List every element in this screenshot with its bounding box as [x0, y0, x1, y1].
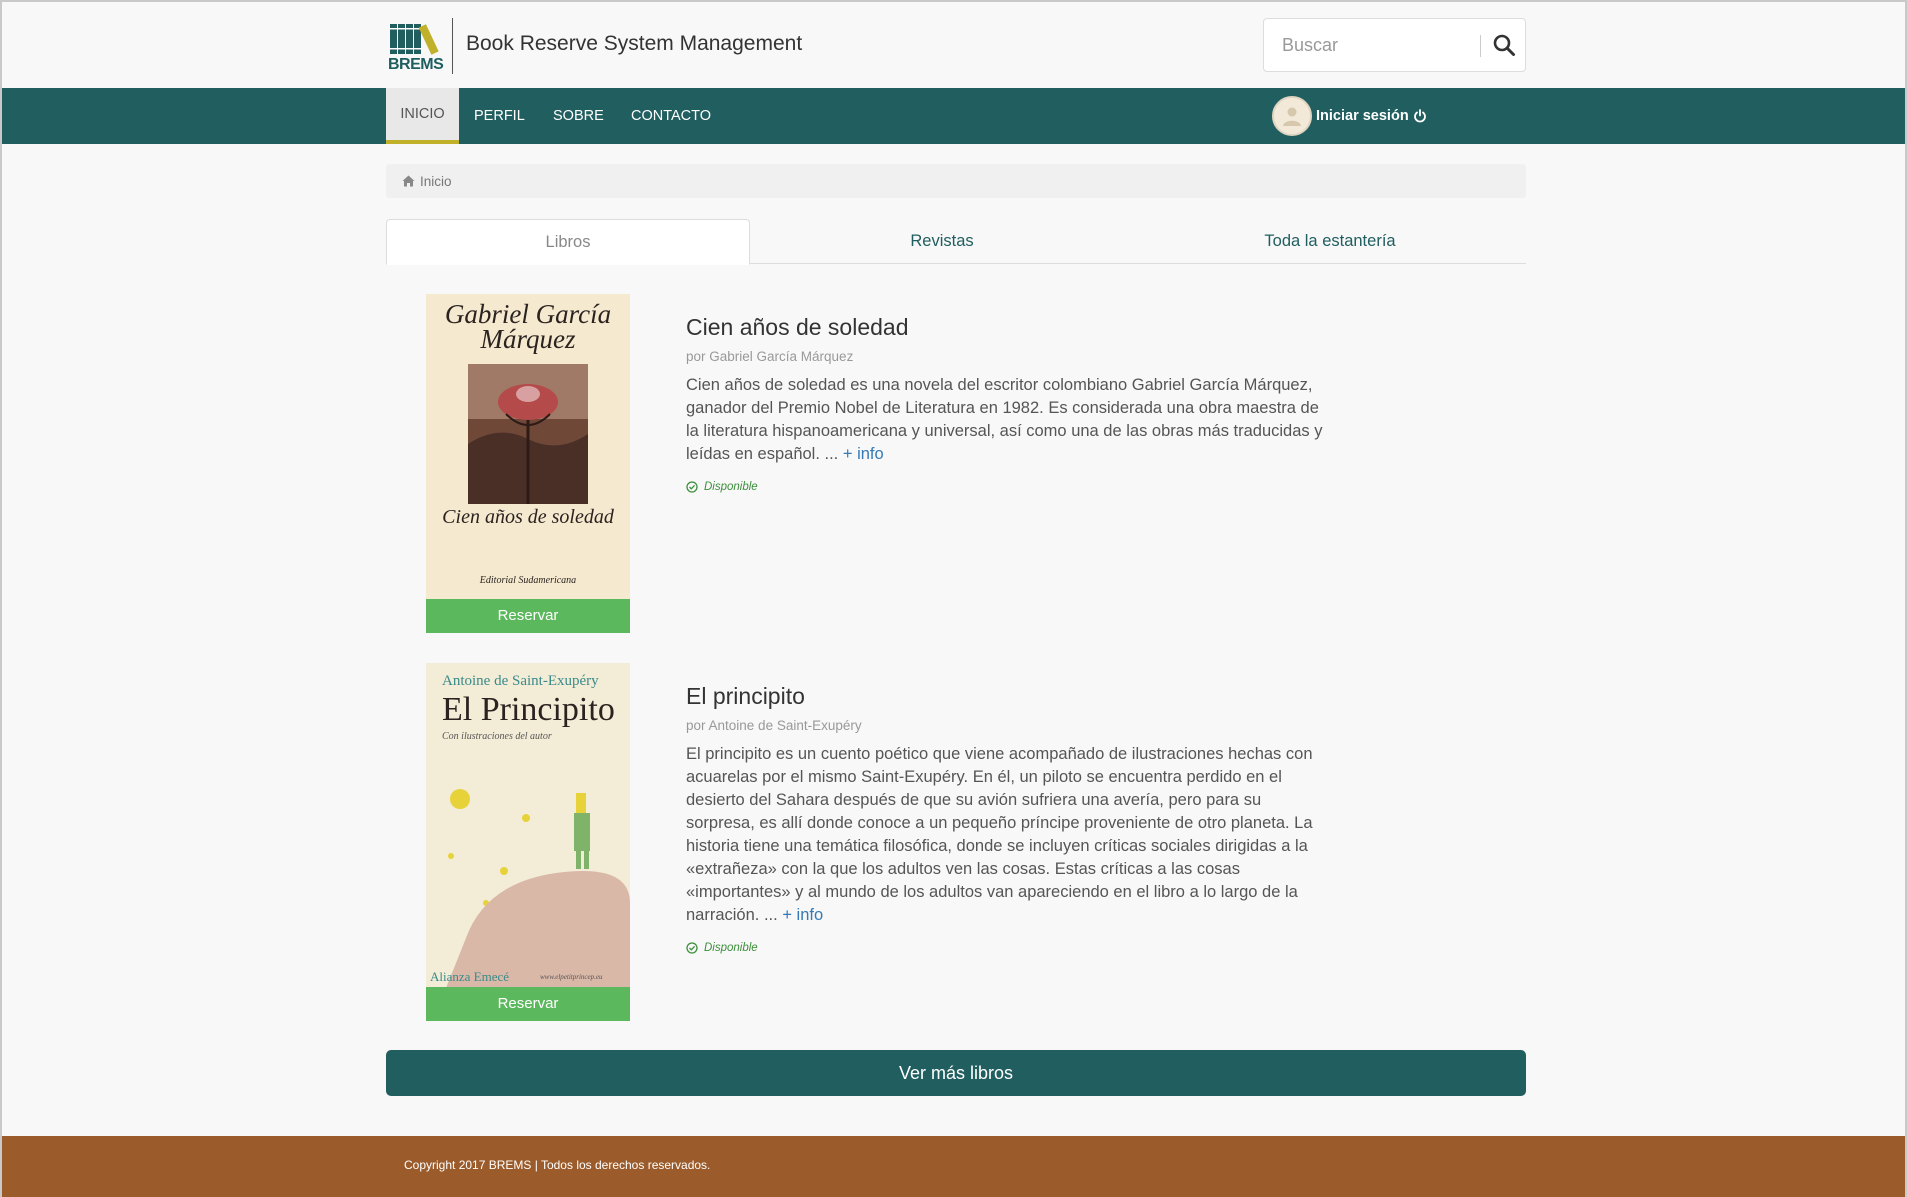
book-title[interactable]: Cien años de soledad [686, 314, 909, 341]
book-title[interactable]: El principito [686, 683, 805, 710]
book-cover-cien-anos[interactable]: Gabriel García Márquez Cien años de sole… [426, 294, 630, 600]
main-navbar: INICIO PERFIL SOBRE CONTACTO Iniciar ses… [2, 88, 1905, 144]
search-divider [1480, 35, 1481, 57]
login-label: Iniciar sesión [1316, 108, 1409, 124]
tab-toda-la-estanteria[interactable]: Toda la estantería [1134, 219, 1526, 264]
header: BREMS Book Reserve System Management [2, 2, 1905, 88]
brems-logo[interactable]: BREMS [386, 18, 452, 74]
power-icon [1413, 109, 1426, 123]
cover-publisher: Alianza Emecé [430, 969, 510, 984]
book-cover-el-principito[interactable]: Antoine de Saint-Exupéry El Principito C… [426, 663, 630, 988]
header-divider [452, 18, 453, 74]
cover-author: Antoine de Saint-Exupéry [442, 673, 599, 689]
status-text: Disponible [704, 481, 758, 493]
nav-item-contacto[interactable]: CONTACTO [631, 88, 711, 144]
breadcrumb-home[interactable]: Inicio [420, 174, 452, 189]
status-badge: Disponible [686, 942, 758, 954]
user-icon [1283, 107, 1301, 126]
search-box [1263, 18, 1526, 72]
site-title: Book Reserve System Management [466, 32, 803, 55]
books-logo-icon [390, 24, 439, 55]
see-more-books-button[interactable]: Ver más libros [386, 1050, 1526, 1096]
book-description: El principito es un cuento poético que v… [686, 743, 1326, 927]
cover-author: Gabriel García Márquez [444, 299, 612, 354]
book-description-text: Cien años de soledad es una novela del e… [686, 376, 1323, 463]
nav-item-inicio[interactable]: INICIO [386, 88, 459, 144]
search-input[interactable] [1264, 19, 1479, 71]
search-icon [1493, 34, 1515, 56]
book-description-text: El principito es un cuento poético que v… [686, 745, 1313, 924]
content-tabs: Libros Revistas Toda la estantería [386, 219, 1526, 265]
cover-publisher: Editorial Sudamericana [479, 575, 577, 586]
footer: Copyright 2017 BREMS | Todos los derecho… [2, 1136, 1905, 1197]
check-circle-icon [686, 481, 698, 493]
avatar [1272, 96, 1312, 136]
book-author: por Gabriel García Márquez [686, 349, 854, 364]
cover-url: www.elpetitprincep.eu [540, 973, 603, 981]
book-author: por Antoine de Saint-Exupéry [686, 718, 862, 733]
check-circle-icon [686, 942, 698, 954]
search-button[interactable] [1486, 27, 1522, 63]
cover-subtitle: Con ilustraciones del autor [442, 731, 552, 742]
nav-item-perfil[interactable]: PERFIL [474, 88, 525, 144]
reserve-button[interactable]: Reservar [426, 599, 630, 633]
book-description: Cien años de soledad es una novela del e… [686, 374, 1326, 466]
cover-illustration [446, 789, 630, 988]
tab-libros[interactable]: Libros [386, 219, 750, 265]
cover-title: El Principito [442, 691, 615, 728]
logo-text: BREMS [388, 56, 444, 73]
copyright-text: Copyright 2017 BREMS | Todos los derecho… [404, 1158, 711, 1172]
cover-title: Cien años de soledad [442, 506, 614, 528]
more-info-link[interactable]: + info [843, 445, 884, 463]
more-info-link[interactable]: + info [782, 906, 823, 924]
status-badge: Disponible [686, 481, 758, 493]
login-button[interactable]: Iniciar sesión [1272, 94, 1427, 138]
breadcrumb: Inicio [386, 164, 1526, 198]
home-icon [402, 175, 415, 187]
tab-revistas[interactable]: Revistas [750, 219, 1134, 264]
cover-illustration [468, 364, 588, 504]
status-text: Disponible [704, 942, 758, 954]
reserve-button[interactable]: Reservar [426, 987, 630, 1021]
nav-item-sobre[interactable]: SOBRE [553, 88, 604, 144]
